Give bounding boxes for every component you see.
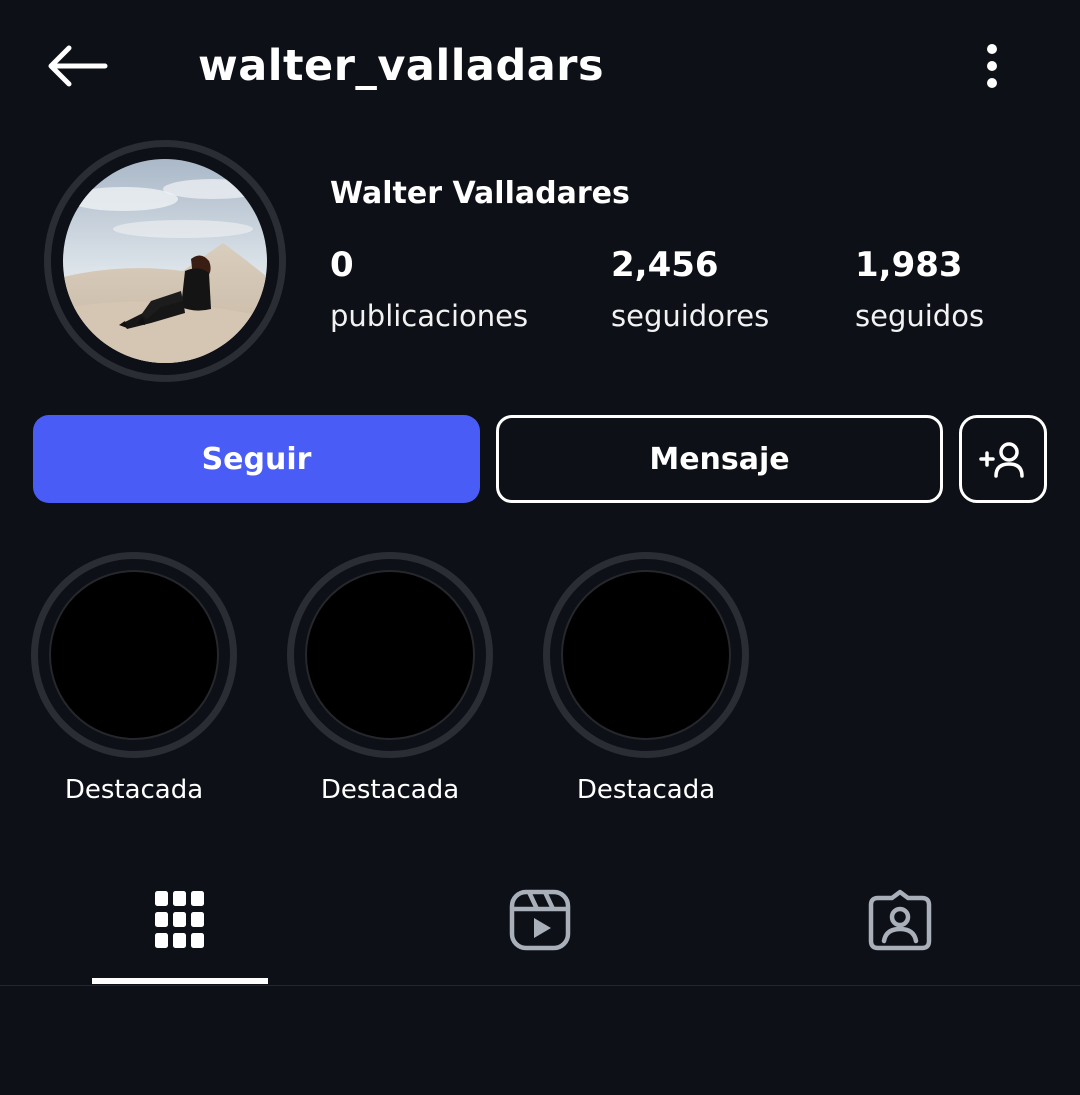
highlight-item[interactable]: Destacada xyxy=(31,552,237,808)
active-tab-indicator xyxy=(92,978,268,984)
follow-button-label: Seguir xyxy=(201,441,312,477)
highlight-label: Destacada xyxy=(64,775,204,805)
highlight-item[interactable]: Destacada xyxy=(287,552,493,808)
highlight-label: Destacada xyxy=(576,775,716,805)
highlight-cover xyxy=(49,570,219,740)
arrow-left-icon xyxy=(48,45,108,87)
grid-icon xyxy=(155,891,204,948)
tab-reels[interactable] xyxy=(452,870,628,970)
highlight-label: Destacada xyxy=(320,775,460,805)
highlight-cover xyxy=(561,570,731,740)
reels-icon xyxy=(509,889,571,951)
stat-followers[interactable]: 2,456 seguidores xyxy=(611,244,769,334)
profile-full-name: Walter Valladares xyxy=(330,176,630,211)
stat-following-label: seguidos xyxy=(855,299,985,333)
tabs-divider xyxy=(0,985,1080,986)
avatar[interactable] xyxy=(63,159,267,363)
message-button[interactable]: Mensaje xyxy=(496,415,943,503)
stat-followers-label: seguidores xyxy=(611,299,770,333)
tab-tagged[interactable] xyxy=(812,870,988,970)
stat-following[interactable]: 1,983 seguidos xyxy=(855,244,984,334)
highlight-ring xyxy=(287,552,493,758)
profile-username: walter_valladars xyxy=(198,41,605,91)
stat-posts-label: publicaciones xyxy=(330,299,529,333)
highlight-ring xyxy=(31,552,237,758)
stat-followers-value: 2,456 xyxy=(611,245,719,285)
stat-posts-value: 0 xyxy=(330,245,354,285)
suggested-users-button[interactable] xyxy=(959,415,1047,503)
stat-posts[interactable]: 0 publicaciones xyxy=(330,244,528,334)
highlight-cover xyxy=(305,570,475,740)
avatar-image xyxy=(63,159,267,363)
back-button[interactable] xyxy=(38,34,116,98)
stat-following-value: 1,983 xyxy=(855,245,963,285)
tagged-icon xyxy=(868,889,932,951)
more-options-button[interactable] xyxy=(962,34,1022,98)
tab-grid[interactable] xyxy=(92,870,268,970)
message-button-label: Mensaje xyxy=(649,441,790,477)
highlight-ring xyxy=(543,552,749,758)
more-vertical-icon xyxy=(987,44,997,88)
add-user-icon xyxy=(979,442,1024,478)
follow-button[interactable]: Seguir xyxy=(33,415,480,503)
highlight-item[interactable]: Destacada xyxy=(543,552,749,808)
